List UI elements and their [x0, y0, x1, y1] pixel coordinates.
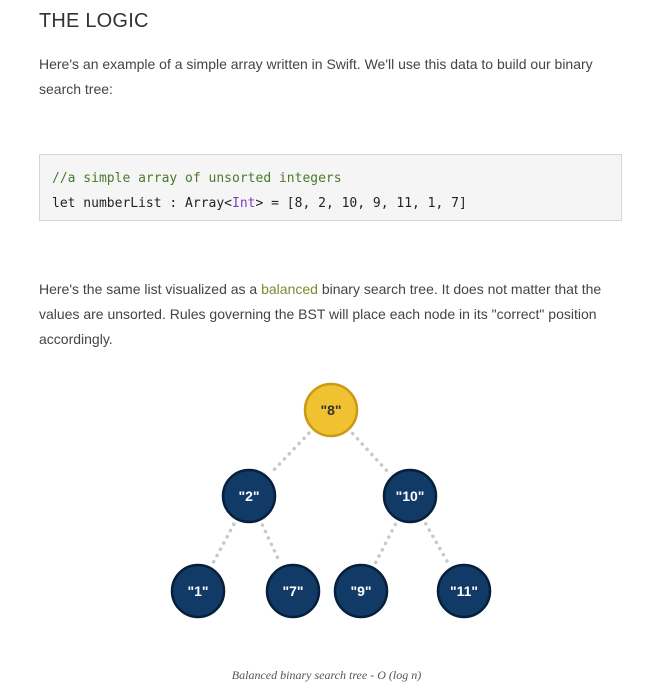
tree-node-10: "10" [382, 468, 438, 524]
intro-paragraph: Here's an example of a simple array writ… [39, 56, 593, 97]
description-text-before: Here's the same list visualized as a [39, 281, 262, 297]
balanced-link[interactable]: balanced [261, 281, 318, 297]
code-line-declaration: let numberList : Array<Int> = [8, 2, 10,… [52, 191, 609, 216]
code-type-token: Int [232, 196, 256, 211]
tree-node-label: "10" [396, 488, 425, 504]
code-prefix: let numberList : Array< [52, 196, 233, 211]
tree-node-2: "2" [221, 468, 277, 524]
diagram-caption: Balanced binary search tree - O (log n) [231, 668, 422, 682]
tree-node-label: "7" [282, 583, 303, 599]
tree-node-label: "11" [450, 583, 478, 599]
tree-edge-n2-n1 [211, 522, 236, 565]
tree-edge-n10-n11 [424, 522, 450, 565]
tree-edge-n8-n10 [350, 431, 391, 475]
description-paragraph: Here's the same list visualized as a bal… [39, 277, 619, 352]
tree-node-label: "2" [238, 488, 259, 504]
tree-node-1: "1" [170, 563, 226, 619]
tree-node-label: "1" [187, 583, 208, 599]
tree-edge-n2-n7 [260, 523, 282, 564]
tree-edge-n8-n2 [269, 431, 311, 475]
tree-node-label: "9" [350, 583, 371, 599]
tree-node-9: "9" [333, 563, 389, 619]
tree-edge-n10-n9 [373, 522, 398, 565]
tree-node-8: "8" [303, 382, 359, 438]
code-suffix: > = [8, 2, 10, 9, 11, 1, 7] [255, 196, 467, 211]
code-block: //a simple array of unsorted integers le… [39, 154, 622, 221]
tree-node-label: "8" [320, 402, 341, 418]
tree-node-11: "11" [436, 563, 492, 619]
binary-search-tree-diagram: "8" "2" "10" "1" "7" "9" "11" [170, 382, 492, 619]
tree-nodes: "8" "2" "10" "1" "7" "9" "11" [170, 382, 492, 619]
code-comment: //a simple array of unsorted integers [52, 171, 342, 186]
section-title: THE LOGIC [39, 10, 149, 32]
tree-node-7: "7" [265, 563, 321, 619]
